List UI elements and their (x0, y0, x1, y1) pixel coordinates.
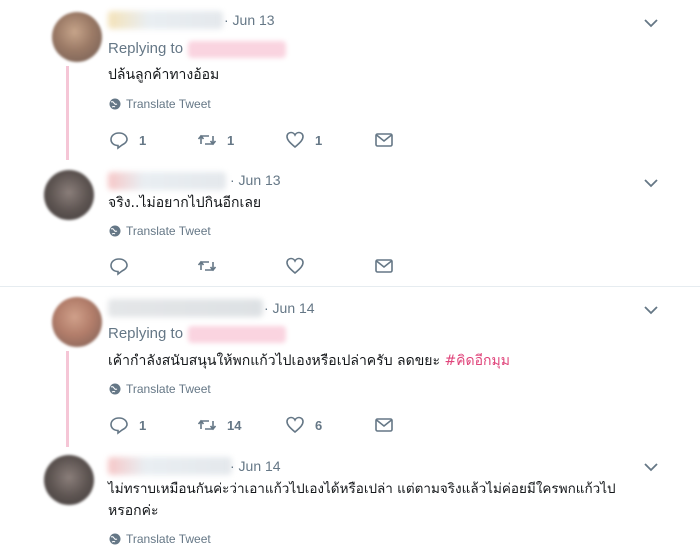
tweet-date[interactable]: · Jun 13 (224, 12, 275, 28)
avatar[interactable] (44, 455, 94, 505)
replying-to-label: Replying to (108, 40, 184, 57)
retweet-icon (197, 260, 217, 272)
heart-icon (286, 416, 304, 434)
tweet-2[interactable]: · Jun 13 จริง..ไม่อยากไปกินอีกเลย Transl… (0, 160, 700, 287)
thread-line (66, 351, 69, 447)
chevron-down-icon[interactable] (642, 16, 660, 30)
avatar[interactable] (44, 170, 94, 220)
retweet-count: 1 (227, 132, 235, 148)
avatar[interactable] (52, 12, 102, 62)
globe-icon (109, 98, 121, 110)
replying-to-label: Replying to (108, 325, 184, 342)
reply-count: 1 (139, 132, 147, 148)
author-name-redacted[interactable] (108, 457, 232, 475)
translate-tweet-link[interactable]: Translate Tweet (109, 97, 211, 111)
retweet-button[interactable]: 1 (197, 130, 234, 150)
reply-icon (110, 132, 128, 150)
like-button[interactable]: 1 (285, 130, 322, 150)
thread-line (66, 66, 69, 160)
globe-icon (109, 225, 121, 237)
avatar[interactable] (52, 297, 102, 347)
reply-count: 1 (139, 417, 147, 433)
globe-icon (109, 383, 121, 395)
heart-icon (286, 131, 304, 149)
reply-handle-redacted[interactable] (188, 41, 286, 58)
envelope-icon (375, 418, 393, 432)
author-name-redacted[interactable] (108, 11, 223, 29)
tweet-text-body: เค้ากำลังสนับสนุนให้พกแก้วไปเองหรือเปล่า… (108, 353, 440, 369)
translate-tweet-link[interactable]: Translate Tweet (109, 532, 211, 546)
author-name-redacted[interactable] (108, 172, 226, 190)
reply-icon (110, 258, 128, 276)
translate-tweet-link[interactable]: Translate Tweet (109, 382, 211, 396)
like-button[interactable] (285, 256, 315, 276)
tweet-3[interactable]: · Jun 14 Replying to เค้ากำลังสนับสนุนให… (0, 287, 700, 447)
envelope-icon (375, 259, 393, 273)
direct-message-button[interactable] (374, 415, 394, 435)
reply-button[interactable] (109, 256, 139, 276)
chevron-down-icon[interactable] (642, 303, 660, 317)
translate-label: Translate Tweet (126, 224, 211, 238)
author-name-redacted[interactable] (108, 299, 263, 317)
reply-button[interactable]: 1 (109, 130, 146, 150)
retweet-icon (197, 134, 217, 146)
tweet-text: จริง..ไม่อยากไปกินอีกเลย (108, 195, 262, 211)
tweet-date[interactable]: · Jun 14 (230, 458, 281, 474)
like-count: 6 (315, 417, 323, 433)
translate-tweet-link[interactable]: Translate Tweet (109, 224, 211, 238)
translate-label: Translate Tweet (126, 382, 211, 396)
tweet-1[interactable]: · Jun 13 Replying to ปล้นลูกค้าทางอ้อม T… (0, 0, 700, 160)
tweet-4[interactable]: · Jun 14 ไม่ทราบเหมือนกันค่ะว่าเอาแก้วไป… (0, 447, 700, 557)
globe-icon (109, 533, 121, 545)
envelope-icon (375, 133, 393, 147)
direct-message-button[interactable] (374, 130, 394, 150)
tweet-text-line-2: หรอกค่ะ (108, 503, 159, 519)
retweet-button[interactable] (197, 256, 227, 276)
retweet-icon (197, 419, 217, 431)
retweet-button[interactable]: 14 (197, 415, 241, 435)
retweet-count: 14 (227, 417, 242, 433)
tweet-date[interactable]: · Jun 14 (264, 300, 315, 316)
chevron-down-icon[interactable] (642, 460, 660, 474)
translate-label: Translate Tweet (126, 97, 211, 111)
reply-handle-redacted[interactable] (188, 326, 286, 343)
chevron-down-icon[interactable] (642, 176, 660, 190)
heart-icon (286, 257, 304, 275)
like-count: 1 (315, 132, 323, 148)
tweet-text: เค้ากำลังสนับสนุนให้พกแก้วไปเองหรือเปล่า… (108, 349, 510, 373)
reply-icon (110, 417, 128, 435)
tweet-text-line-1: ไม่ทราบเหมือนกันค่ะว่าเอาแก้วไปเองได้หรื… (108, 481, 616, 497)
tweet-text: ปล้นลูกค้าทางอ้อม (108, 67, 220, 83)
tweet-date[interactable]: · Jun 13 (230, 172, 281, 188)
direct-message-button[interactable] (374, 256, 394, 276)
translate-label: Translate Tweet (126, 532, 211, 546)
hashtag-link[interactable]: #คิดอีกมุม (444, 353, 510, 369)
like-button[interactable]: 6 (285, 415, 322, 435)
reply-button[interactable]: 1 (109, 415, 146, 435)
